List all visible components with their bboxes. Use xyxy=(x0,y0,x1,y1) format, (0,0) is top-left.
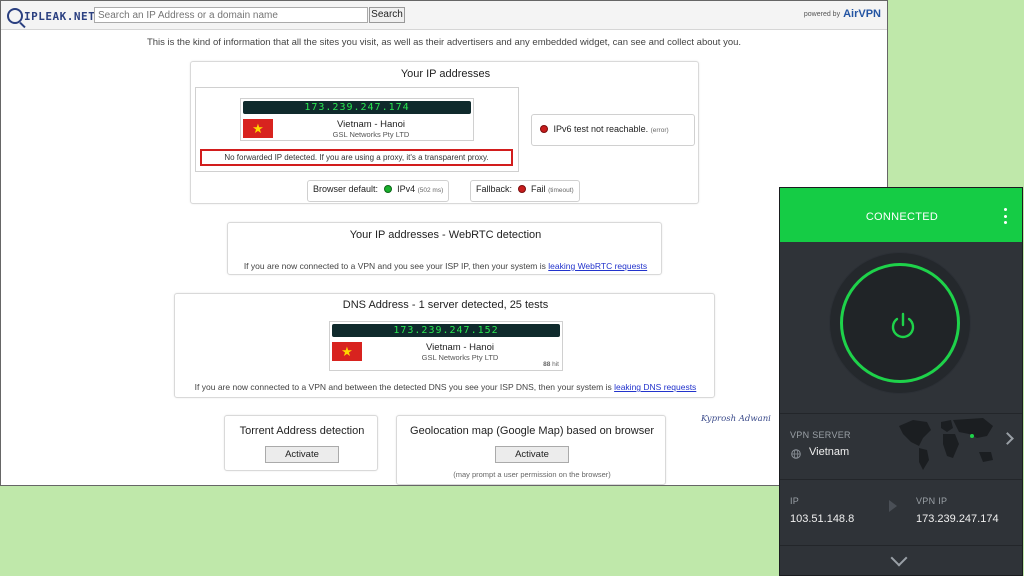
power-button-container xyxy=(830,253,970,393)
dns-hit-count: 88 hit xyxy=(543,361,559,368)
airvpn-logo: AirVPN xyxy=(843,8,881,20)
vpn-ip-label: VPN IP xyxy=(916,496,948,506)
dns-location: Vietnam - Hanoi xyxy=(426,342,494,353)
ip-display[interactable]: 173.239.247.174 xyxy=(243,101,471,114)
card-title: Your IP addresses xyxy=(400,68,491,80)
card-title: Your IP addresses - WebRTC detection xyxy=(349,229,542,241)
forwarded-ip-notice: No forwarded IP detected. If you are usi… xyxy=(200,149,513,166)
torrent-card: Torrent Address detection Activate xyxy=(224,415,378,471)
webrtc-leak-link[interactable]: leaking WebRTC requests xyxy=(548,261,647,271)
ip-value: 103.51.148.8 xyxy=(790,513,855,525)
ipv6-text: IPv6 test not reachable. xyxy=(553,124,649,134)
vietnam-flag-icon xyxy=(332,342,362,361)
ip-isp: GSL Networks Pty LTD xyxy=(332,130,410,139)
ipv6-note: (error) xyxy=(650,127,669,134)
dns-description: If you are now connected to a VPN and be… xyxy=(194,382,612,392)
ip-info-section: IP 103.51.148.8 VPN IP 173.239.247.174 xyxy=(780,479,1022,545)
card-title: DNS Address - 1 server detected, 25 test… xyxy=(342,299,549,311)
dns-leak-link[interactable]: leaking DNS requests xyxy=(614,382,696,392)
fallback-label: Fallback: xyxy=(476,184,513,194)
ipleak-logo[interactable]: IPLEAK.NET xyxy=(7,7,95,25)
dns-text: If you are now connected to a VPN and be… xyxy=(175,382,716,392)
magnifier-logo-icon xyxy=(7,8,23,24)
geolocation-activate-button[interactable]: Activate xyxy=(495,446,569,463)
powered-by[interactable]: powered by AirVPN xyxy=(804,8,881,20)
fail-dot-icon xyxy=(517,185,526,193)
browser-default-label: Browser default: xyxy=(313,184,379,194)
torrent-activate-button[interactable]: Activate xyxy=(265,446,339,463)
top-bar: IPLEAK.NET Search powered by AirVPN xyxy=(1,1,887,30)
geolocation-card: Geolocation map (Google Map) based on br… xyxy=(396,415,666,485)
webrtc-card: Your IP addresses - WebRTC detection If … xyxy=(227,222,662,275)
browser-default-value: IPv4 xyxy=(397,184,416,194)
dns-isp: GSL Networks Pty LTD xyxy=(421,353,499,362)
search-button[interactable]: Search xyxy=(369,7,405,23)
intro-text: This is the kind of information that all… xyxy=(146,37,742,48)
vpn-ip-value: 173.239.247.174 xyxy=(916,513,999,525)
webrtc-text: If you are now connected to a VPN and yo… xyxy=(228,261,663,271)
world-map xyxy=(899,418,993,470)
ip-entry: 173.239.247.174 Vietnam - Hanoi GSL Netw… xyxy=(240,98,474,141)
browser-default-time: (502 ms) xyxy=(417,187,444,194)
connection-status: CONNECTED xyxy=(865,211,939,223)
arrow-right-icon xyxy=(889,500,897,512)
power-button[interactable] xyxy=(840,263,960,383)
fallback-value: Fail xyxy=(531,184,546,194)
dns-entry: 173.239.247.152 Vietnam - Hanoi GSL Netw… xyxy=(329,321,563,371)
vpn-status-bar: CONNECTED xyxy=(780,188,1022,242)
card-title: Torrent Address detection xyxy=(239,425,365,437)
ipv6-status: IPv6 test not reachable. (error) xyxy=(531,114,695,146)
ip-location: Vietnam - Hanoi xyxy=(337,119,405,130)
ip-label: IP xyxy=(790,496,800,506)
menu-kebab-icon[interactable] xyxy=(1004,208,1008,224)
search-input[interactable] xyxy=(94,7,368,23)
fallback-status: Fallback: Fail (timeout) xyxy=(470,180,580,202)
vpn-server-label: VPN SERVER xyxy=(790,430,851,440)
geolocation-note: (may prompt a user permission on the bro… xyxy=(453,470,611,479)
browser-window: IPLEAK.NET Search powered by AirVPN This… xyxy=(0,0,888,486)
vietnam-flag-icon xyxy=(243,119,273,138)
browser-default-status: Browser default: IPv4 (502 ms) xyxy=(307,180,450,202)
webrtc-description: If you are now connected to a VPN and yo… xyxy=(243,261,546,271)
author-signature: Kyprosh Adwani xyxy=(701,414,771,424)
dns-card: DNS Address - 1 server detected, 25 test… xyxy=(174,293,715,398)
ip-addresses-card: Your IP addresses 173.239.247.174 Vietna… xyxy=(190,61,699,204)
dns-ip-display[interactable]: 173.239.247.152 xyxy=(332,324,560,337)
globe-icon xyxy=(791,449,801,459)
dns-hits: 88 xyxy=(543,361,551,368)
vpn-app-window: CONNECTED VPN SERVER Vietnam IP 103.51.1… xyxy=(779,187,1023,576)
error-dot-icon xyxy=(540,125,548,133)
card-title: Geolocation map (Google Map) based on br… xyxy=(410,425,654,437)
success-dot-icon xyxy=(383,185,392,193)
vpn-server-value: Vietnam xyxy=(809,446,850,458)
dns-hit-label: hit xyxy=(552,361,559,368)
powered-by-label: powered by xyxy=(803,10,841,18)
power-icon xyxy=(891,312,915,339)
logo-text: IPLEAK.NET xyxy=(24,9,96,23)
fallback-note: (timeout) xyxy=(548,187,574,194)
